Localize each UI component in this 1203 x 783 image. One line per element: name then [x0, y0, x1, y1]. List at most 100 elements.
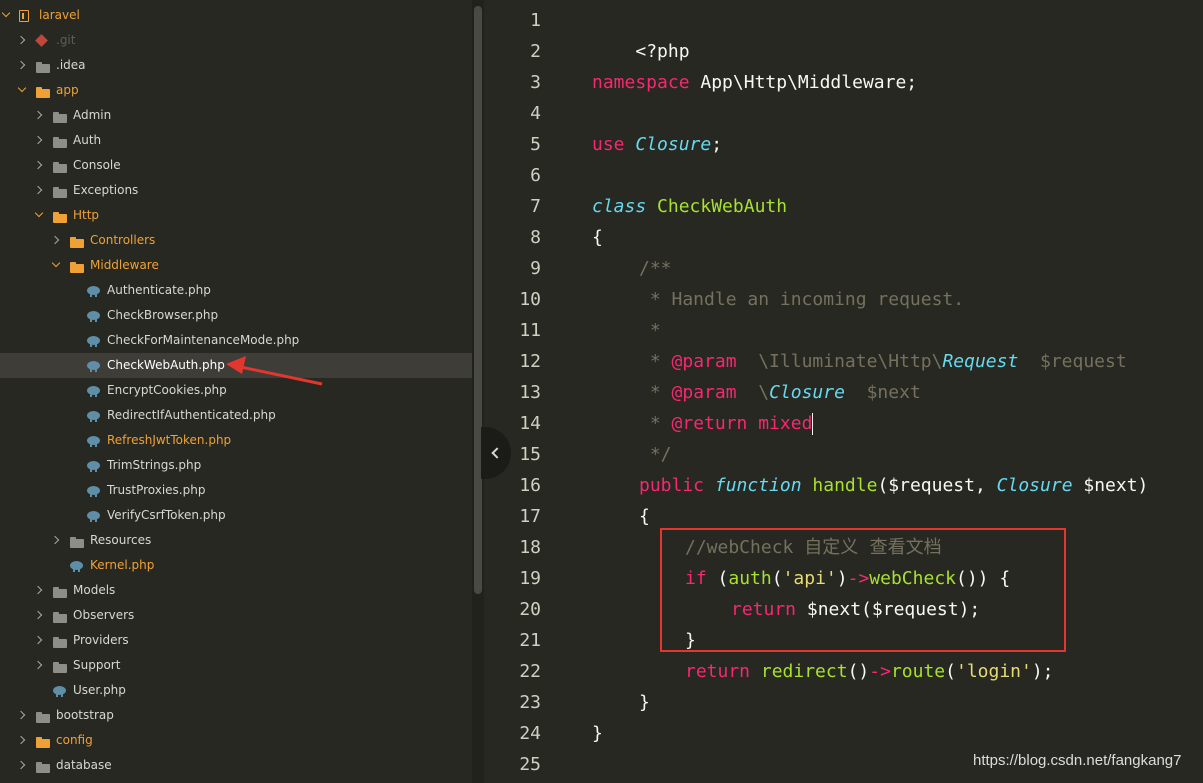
php-file-icon — [86, 378, 102, 403]
tree-item-refreshjwttoken-php[interactable]: RefreshJwtToken.php — [0, 428, 472, 453]
php-file-icon — [86, 428, 102, 453]
tree-item-label: RefreshJwtToken.php — [107, 433, 232, 447]
tree-item-authenticate-php[interactable]: Authenticate.php — [0, 278, 472, 303]
tree-item-trustproxies-php[interactable]: TrustProxies.php — [0, 478, 472, 503]
params-token: ($request, — [877, 475, 997, 496]
operator-token: -> — [869, 661, 891, 682]
chevron-right-icon[interactable] — [51, 528, 61, 553]
tree-item-label: TrustProxies.php — [107, 483, 206, 497]
tree-item-database[interactable]: database — [0, 753, 472, 778]
chevron-right-icon[interactable] — [17, 728, 27, 753]
php-file-icon — [86, 353, 102, 378]
php-file-icon — [52, 678, 68, 703]
tree-item-observers[interactable]: Observers — [0, 603, 472, 628]
tree-item-kernel-php[interactable]: Kernel.php — [0, 553, 472, 578]
folder-icon — [69, 528, 85, 553]
folder-icon — [52, 603, 68, 628]
tree-item-resources[interactable]: Resources — [0, 528, 472, 553]
tree-item-support[interactable]: Support — [0, 653, 472, 678]
code-line-15: */ — [639, 439, 672, 470]
chevron-right-icon[interactable] — [34, 103, 44, 128]
annotation-arrow-icon — [226, 356, 323, 386]
tree-item-admin[interactable]: Admin — [0, 103, 472, 128]
chevron-right-icon[interactable] — [34, 128, 44, 153]
chevron-right-icon[interactable] — [34, 603, 44, 628]
tree-item-label: VerifyCsrfToken.php — [107, 508, 226, 522]
chevron-down-icon[interactable] — [17, 78, 27, 103]
chevron-down-icon[interactable] — [1, 3, 11, 28]
tree-item-trimstrings-php[interactable]: TrimStrings.php — [0, 453, 472, 478]
tree-item-checkbrowser-php[interactable]: CheckBrowser.php — [0, 303, 472, 328]
tree-item-checkformaintenancemode-php[interactable]: CheckForMaintenanceMode.php — [0, 328, 472, 353]
chevron-right-icon[interactable] — [17, 28, 27, 53]
tree-item-label: Auth — [73, 133, 102, 147]
comment-token: $request — [1018, 351, 1127, 372]
chevron-down-icon[interactable] — [51, 253, 61, 278]
tree-item-label: bootstrap — [56, 708, 114, 722]
brace-token: } — [592, 723, 603, 744]
tree-item-idea[interactable]: .idea — [0, 53, 472, 78]
php-file-icon — [86, 303, 102, 328]
php-file-icon — [69, 553, 85, 578]
tree-item-laravel[interactable]: laravel — [0, 3, 472, 28]
tree-item-label: CheckBrowser.php — [107, 308, 219, 322]
php-file-icon — [86, 503, 102, 528]
folder-icon — [52, 178, 68, 203]
tree-item-label: CheckWebAuth.php — [107, 358, 225, 372]
folder-icon — [35, 728, 51, 753]
code-line-9: /** — [639, 253, 672, 284]
tree-item-label: Support — [73, 658, 121, 672]
file-tree-sidebar: laravel .git .idea app Admin Auth Consol… — [0, 0, 472, 783]
chevron-down-icon[interactable] — [34, 203, 44, 228]
tree-item-user-php[interactable]: User.php — [0, 678, 472, 703]
punct-token: ( — [945, 661, 956, 682]
tree-item-providers[interactable]: Providers — [0, 628, 472, 653]
folder-icon — [52, 153, 68, 178]
chevron-right-icon[interactable] — [34, 628, 44, 653]
tree-item-label: laravel — [39, 8, 80, 22]
comment-token: * — [639, 320, 661, 341]
chevron-right-icon[interactable] — [34, 653, 44, 678]
chevron-right-icon[interactable] — [34, 178, 44, 203]
tree-item-verifycsrftoken-php[interactable]: VerifyCsrfToken.php — [0, 503, 472, 528]
chevron-right-icon[interactable] — [17, 753, 27, 778]
tree-item-git[interactable]: .git — [0, 28, 472, 53]
code-line-10: * Handle an incoming request. — [639, 284, 964, 315]
doc-tag-token: @param — [671, 382, 737, 403]
tree-item-config[interactable]: config — [0, 728, 472, 753]
string-token: 'login' — [955, 661, 1032, 682]
sidebar-scrollbar[interactable] — [472, 0, 484, 783]
chevron-right-icon[interactable] — [34, 578, 44, 603]
folder-icon — [35, 703, 51, 728]
tree-item-label: EncryptCookies.php — [107, 383, 227, 397]
tree-item-app[interactable]: app — [0, 78, 472, 103]
watermark: https://blog.csdn.net/fangkang7 — [973, 752, 1182, 769]
line-number: 7 — [530, 196, 541, 217]
namespace-token: App\Http\Middleware; — [689, 72, 918, 93]
comment-token: * Handle an incoming request. — [639, 289, 965, 310]
chevron-right-icon[interactable] — [51, 228, 61, 253]
tree-item-controllers[interactable]: Controllers — [0, 228, 472, 253]
tree-item-exceptions[interactable]: Exceptions — [0, 178, 472, 203]
tree-item-console[interactable]: Console — [0, 153, 472, 178]
code-line-22: return redirect()->route('login'); — [685, 656, 1054, 687]
line-number: 19 — [519, 568, 541, 589]
tree-item-http[interactable]: Http — [0, 203, 472, 228]
tree-item-label: Console — [73, 158, 121, 172]
doc-tag-token: @param — [671, 351, 737, 372]
scrollbar-thumb[interactable] — [474, 6, 482, 594]
tree-item-auth[interactable]: Auth — [0, 128, 472, 153]
tree-item-label: Admin — [73, 108, 112, 122]
tree-item-models[interactable]: Models — [0, 578, 472, 603]
chevron-right-icon[interactable] — [17, 53, 27, 78]
tree-item-middleware[interactable]: Middleware — [0, 253, 472, 278]
git-icon — [35, 28, 51, 53]
chevron-right-icon[interactable] — [34, 153, 44, 178]
tree-item-label: .idea — [56, 58, 86, 72]
class-ref-token: Closure — [635, 134, 712, 155]
tree-item-redirectifauthenticated-php[interactable]: RedirectIfAuthenticated.php — [0, 403, 472, 428]
code-editor[interactable]: <?php namespace App\Http\Middleware; use… — [592, 0, 1203, 783]
chevron-right-icon[interactable] — [17, 703, 27, 728]
tree-item-bootstrap[interactable]: bootstrap — [0, 703, 472, 728]
